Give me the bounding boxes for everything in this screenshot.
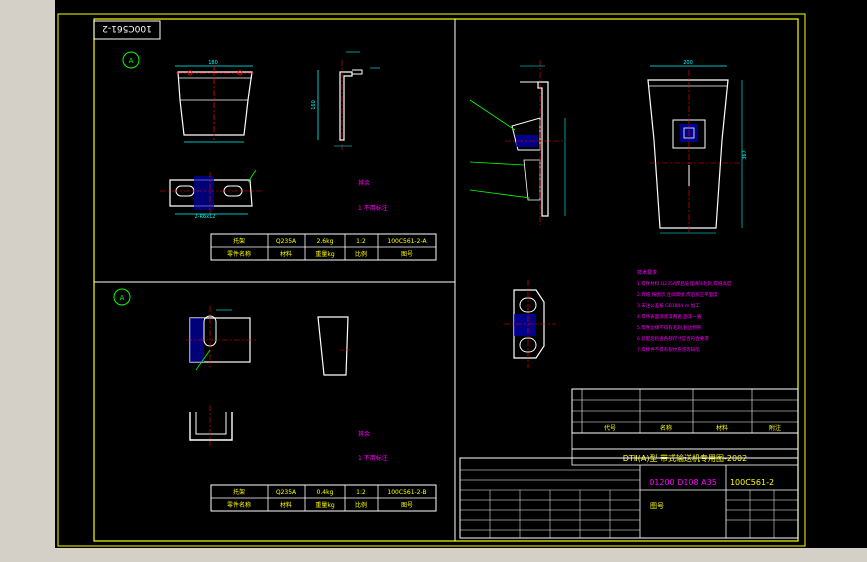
assembly-top-view: [504, 280, 556, 368]
pt-r1-c1: 托架: [233, 237, 245, 245]
pt-r1-c5: 100C561-2-A: [387, 238, 427, 245]
dim-right-width: 200: [683, 60, 693, 66]
note-6: 6.装配后检查各部尺寸是否符合要求: [637, 335, 709, 342]
pb-r1-c2: Q235A: [276, 489, 297, 496]
parts-table-bottom: 托架 Q235A 0.4kg 1:2 100C561-2-B 零件名称 材料 重…: [210, 484, 437, 512]
note-2: 2.焊缝 按图示 连续焊接,焊后校正平面度: [637, 291, 718, 298]
pt-r2-c5: 图号: [401, 251, 413, 258]
pb-r2-c3: 重量kg: [315, 501, 334, 509]
parts-table-top: 托架 Q235A 2.6kg 1:2 100C561-2-A 零件名称 材料 重…: [210, 233, 437, 261]
dim-slot: 2-R6x12: [195, 214, 216, 220]
pt-r2-c1: 零件名称: [227, 250, 251, 258]
pb-r2-c5: 图号: [401, 502, 413, 509]
part-a-front-view: 180: [175, 60, 254, 143]
note-1: 1.零件材料 Q235A焊后处理清除毛刺,焊缝高度: [637, 280, 732, 287]
part-a-side-view: 160: [311, 51, 380, 150]
drawing-svg: 100C561-2 A A 180 160 2-R6x12 其余 1 不用标注 …: [57, 13, 806, 547]
model-codes: 01200 D108 A35: [649, 478, 717, 487]
view-marker-bottom-label: A: [120, 294, 125, 302]
pb-r1-c3: 0.4kg: [317, 489, 334, 496]
part-b-top-view: [189, 405, 233, 446]
weight-label: 图号: [650, 502, 664, 510]
roughness-top: 其余: [358, 179, 370, 187]
dim-side-height: 160: [311, 100, 317, 110]
tb-col-material: 材料: [716, 424, 728, 432]
technical-notes: 技术要求 1.零件材料 Q235A焊后处理清除毛刺,焊缝高度 2.焊缝 按图示 …: [637, 269, 732, 353]
pt-r2-c3: 重量kg: [315, 250, 334, 258]
pt-r2-c4: 比例: [355, 250, 367, 258]
pt-r2-c2: 材料: [280, 250, 292, 258]
cad-viewport[interactable]: 100C561-2 A A 180 160 2-R6x12 其余 1 不用标注 …: [0, 0, 867, 562]
pb-r2-c4: 比例: [355, 501, 367, 509]
weld-note-top: 1 不用标注: [358, 204, 388, 212]
pt-r1-c2: Q235A: [276, 238, 297, 245]
pb-r2-c1: 零件名称: [227, 501, 251, 509]
tb-col-code: 代号: [604, 424, 616, 432]
part-a-top-view: 2-R6x12: [160, 169, 262, 220]
note-4: 4.零件表面涂底漆两遍,面漆一遍: [637, 313, 702, 320]
pb-r1-c5: 100C561-2-B: [387, 489, 426, 496]
frame-code-text: 100C561-2: [102, 23, 152, 33]
pt-r1-c4: 1:2: [356, 238, 366, 245]
dim-right-height: 367: [742, 150, 748, 160]
title-block: 代号 名称 材料 附注 DTⅡ(A)型 带式输送机专用图-2002 01200 …: [459, 388, 799, 539]
part-b-front-view: [186, 306, 256, 371]
pb-r1-c4: 1:2: [356, 489, 366, 496]
note-3: 3.未注公差按 GB1804-m 加工: [637, 302, 700, 309]
pb-r1-c1: 托架: [233, 488, 245, 496]
view-marker-top-label: A: [129, 57, 134, 65]
drawing-number: 100C561-2: [730, 478, 774, 487]
note-7: 7.焊接件不得有裂纹夹渣等缺陷: [637, 346, 700, 353]
notes-title: 技术要求: [637, 269, 657, 276]
tb-col-name: 名称: [660, 424, 672, 432]
roughness-bottom: 其余: [358, 430, 370, 438]
assembly-side-view: [469, 60, 566, 225]
tb-col-note: 附注: [769, 424, 781, 432]
weld-note-bottom: 1 不用标注: [358, 454, 388, 462]
dim-top-width: 180: [208, 60, 218, 66]
pt-r1-c3: 2.6kg: [317, 238, 334, 245]
assembly-front-view: 200 367: [647, 60, 748, 234]
part-b-side-view: [317, 316, 352, 376]
note-5: 5.零件边缘不得有毛刺,锐边倒钝: [637, 324, 702, 331]
outer-border: [57, 13, 806, 547]
pb-r2-c2: 材料: [280, 501, 292, 509]
